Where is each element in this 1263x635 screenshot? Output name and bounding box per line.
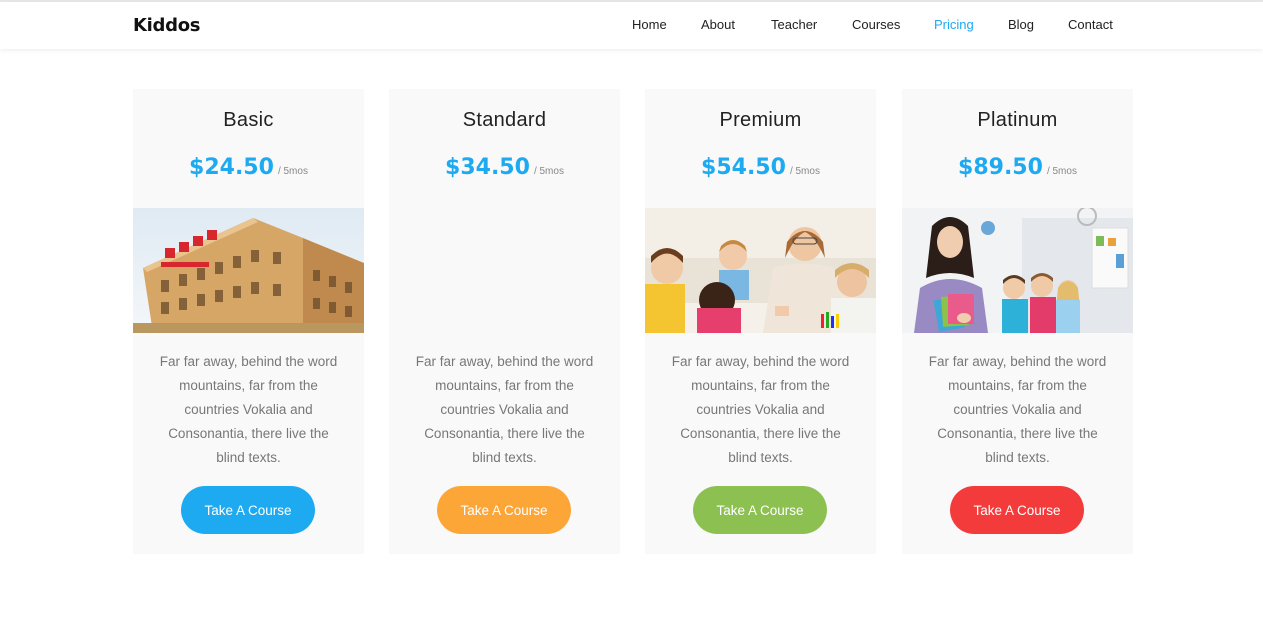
plan-period: / 5mos — [789, 166, 820, 177]
navbar: Kiddos Home About Teacher Courses Pricin… — [0, 2, 1263, 49]
take-course-button[interactable]: Take A Course — [437, 486, 571, 534]
classroom-teacher-photo — [902, 208, 1133, 333]
main-nav: Home About Teacher Courses Pricing Blog … — [0, 17, 1263, 37]
teacher-with-kids-photo — [645, 208, 876, 333]
plan-description: Far far away, behind the word mountains,… — [928, 354, 1107, 465]
plan-name: Platinum — [977, 109, 1058, 131]
pricing-card-platinum: Platinum $89.50/ 5mos Far far away, behi… — [902, 89, 1133, 554]
school-building-photo — [133, 208, 364, 333]
take-course-button[interactable]: Take A Course — [950, 486, 1084, 534]
plan-price: $89.50 — [958, 155, 1043, 180]
nav-pricing[interactable]: Pricing — [934, 17, 974, 32]
plan-price-row: $34.50/ 5mos — [389, 155, 620, 180]
pricing-card-standard: Standard $34.50/ 5mos Far far away, behi… — [389, 89, 620, 554]
plan-price-row: $24.50/ 5mos — [133, 155, 364, 180]
nav-about[interactable]: About — [701, 17, 735, 32]
plan-price: $34.50 — [445, 155, 530, 180]
pricing-card-basic: Basic $24.50/ 5mos Far far away, behind … — [133, 89, 364, 554]
plan-description: Far far away, behind the word mountains,… — [671, 354, 850, 465]
plan-description: Far far away, behind the word mountains,… — [159, 354, 338, 465]
plan-price-row: $89.50/ 5mos — [902, 155, 1133, 180]
nav-teacher[interactable]: Teacher — [771, 17, 817, 32]
plan-price-row: $54.50/ 5mos — [645, 155, 876, 180]
plan-period: / 5mos — [1046, 166, 1077, 177]
nav-contact[interactable]: Contact — [1068, 17, 1113, 32]
nav-home[interactable]: Home — [632, 17, 667, 32]
plan-price: $24.50 — [189, 155, 274, 180]
plan-name: Premium — [719, 109, 802, 131]
plan-name: Basic — [223, 109, 274, 131]
plan-period: / 5mos — [277, 166, 308, 177]
plan-image-empty — [389, 208, 620, 333]
pricing-cards: Basic $24.50/ 5mos Far far away, behind … — [133, 89, 1134, 554]
plan-name: Standard — [462, 109, 547, 131]
nav-blog[interactable]: Blog — [1008, 17, 1034, 32]
plan-description: Far far away, behind the word mountains,… — [415, 354, 594, 465]
take-course-button[interactable]: Take A Course — [181, 486, 315, 534]
plan-period: / 5mos — [533, 166, 564, 177]
pricing-card-premium: Premium $54.50/ 5mos Far far away, behin… — [645, 89, 876, 554]
nav-courses[interactable]: Courses — [852, 17, 900, 32]
plan-price: $54.50 — [701, 155, 786, 180]
take-course-button[interactable]: Take A Course — [693, 486, 827, 534]
